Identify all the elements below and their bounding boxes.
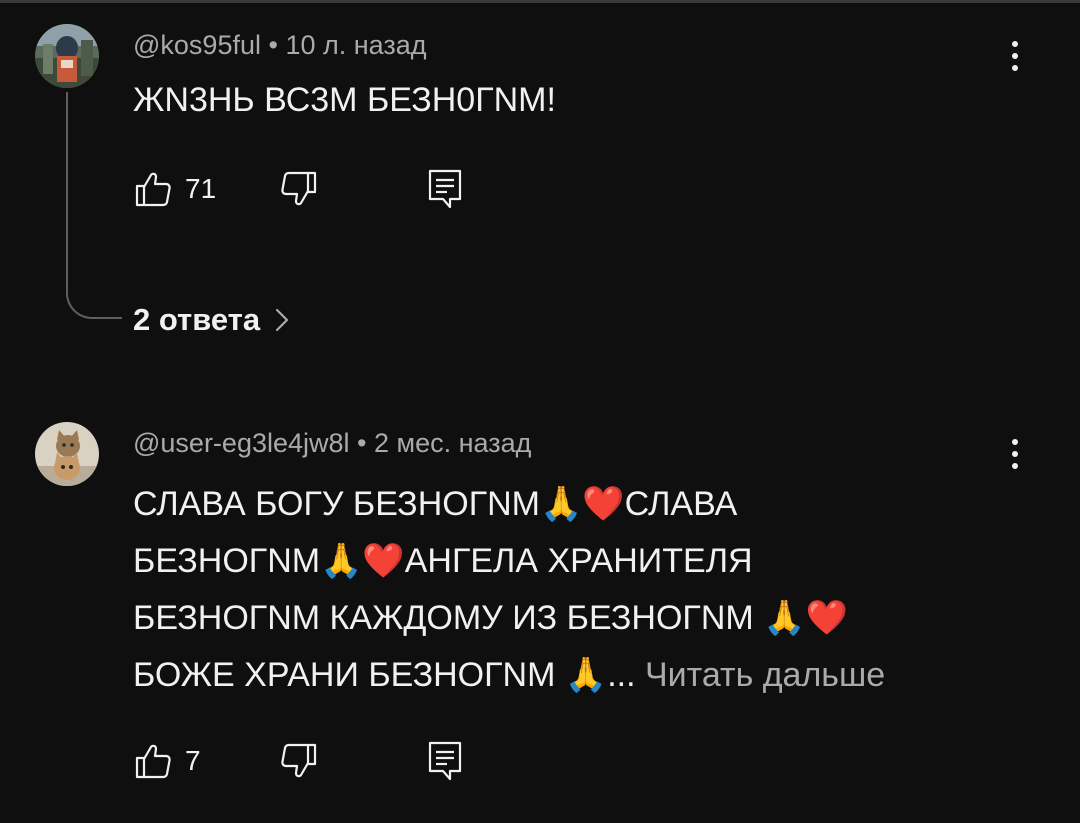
comment-text: ЖN3НЬ ВС3М БЕЗН0ГNМ! (133, 81, 556, 119)
comment-item: @user-eg3le4jw8l • 2 мес. назад СЛАВА БО… (0, 400, 1080, 823)
comment-actions: 7 (133, 736, 465, 786)
replies-count-label: 2 ответа (133, 302, 261, 337)
comment-meta: @kos95ful • 10 л. назад (133, 30, 427, 61)
like-button[interactable]: 7 (133, 741, 279, 781)
comment-time: 10 л. назад (285, 30, 427, 60)
view-replies-button[interactable]: 2 ответа (133, 302, 290, 338)
dislike-button[interactable] (279, 169, 425, 209)
like-count: 7 (185, 745, 201, 776)
comment-text: СЛАВА БОГУ БЕЗНОГNМ🙏❤️СЛАВА БЕЗНОГNМ🙏❤️А… (133, 476, 993, 704)
dislike-button[interactable] (279, 741, 425, 781)
like-button[interactable]: 71 (133, 169, 279, 209)
comment-actions: 71 (133, 164, 465, 214)
reply-button[interactable] (425, 739, 465, 783)
thumb-down-icon (281, 743, 317, 778)
like-count: 71 (185, 173, 217, 204)
author-avatar[interactable] (35, 24, 99, 88)
user-avatar-photo-icon (35, 24, 99, 88)
thumb-down-icon (281, 171, 317, 206)
reply-comment-icon (428, 169, 462, 209)
comment-text-line-last: БОЖЕ ХРАНИ БЕЗНОГNМ 🙏... Читать дальше (133, 647, 993, 704)
comment-text-line: СЛАВА БОГУ БЕЗНОГNМ🙏❤️СЛАВА (133, 485, 738, 523)
author-handle[interactable]: @kos95ful (133, 30, 261, 60)
more-options-icon[interactable] (1001, 36, 1029, 76)
reply-comment-icon (428, 741, 462, 781)
reply-button[interactable] (425, 167, 465, 211)
comment-item: @kos95ful • 10 л. назад ЖN3НЬ ВС3М БЕЗН0… (0, 0, 1080, 380)
meta-separator: • (268, 30, 278, 60)
meta-separator: • (357, 428, 367, 458)
author-avatar[interactable] (35, 422, 99, 486)
comment-time: 2 мес. назад (374, 428, 532, 458)
chevron-right-icon (276, 308, 289, 332)
comment-text-line: БЕЗНОГNМ🙏❤️АНГЕЛА ХРАНИТЕЛЯ (133, 542, 753, 580)
comment-text-line: БОЖЕ ХРАНИ БЕЗНОГNМ 🙏... (133, 656, 636, 694)
cat-avatar-photo-icon (35, 422, 99, 486)
thread-connector-line (66, 92, 122, 319)
thumb-up-icon (135, 172, 171, 207)
read-more-link[interactable]: Читать дальше (645, 656, 885, 694)
comment-text-line: БЕЗНОГNМ КАЖДОМУ ИЗ БЕЗНОГNМ 🙏❤️ (133, 599, 848, 637)
comment-meta: @user-eg3le4jw8l • 2 мес. назад (133, 428, 531, 459)
thumb-up-icon (135, 744, 171, 779)
more-options-icon[interactable] (1001, 434, 1029, 474)
author-handle[interactable]: @user-eg3le4jw8l (133, 428, 350, 458)
